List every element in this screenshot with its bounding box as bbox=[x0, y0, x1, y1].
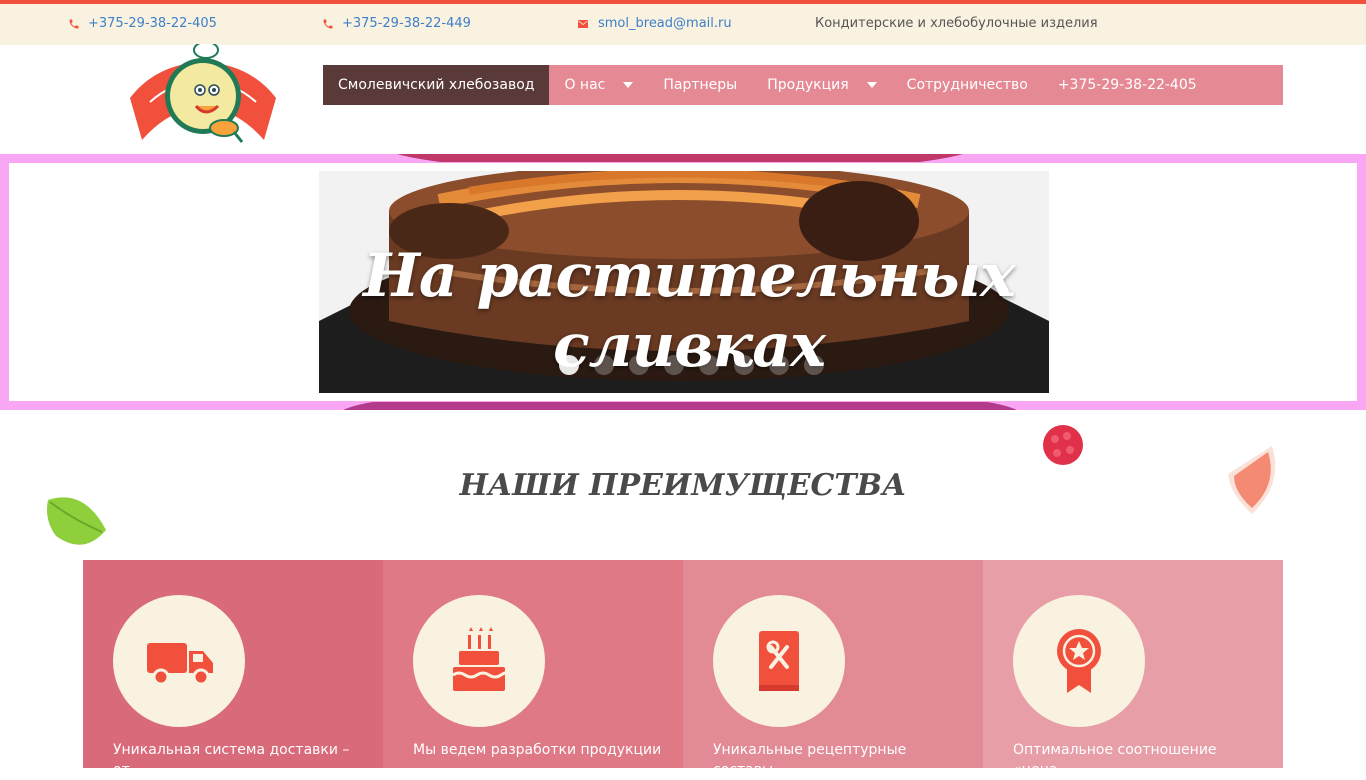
slider-dot-7[interactable] bbox=[769, 355, 789, 375]
advantage-icon-circle bbox=[1013, 595, 1145, 727]
advantage-icon-circle bbox=[713, 595, 845, 727]
truck-icon bbox=[147, 643, 213, 686]
advantage-icon-circle bbox=[113, 595, 245, 727]
slider-dot-3[interactable] bbox=[629, 355, 649, 375]
nav-item-cooperation-label: Сотрудничество bbox=[906, 77, 1028, 93]
nav-item-partners[interactable]: Партнеры bbox=[648, 65, 752, 105]
site-logo[interactable]: ЛЮБА ПЕЧЬ bbox=[126, 41, 280, 146]
advantage-development: Мы ведем разработки продукции bbox=[383, 560, 683, 768]
envelope-icon bbox=[578, 19, 588, 28]
phone-contact-2[interactable]: +375-29-38-22-449 bbox=[322, 16, 471, 31]
slider-dot-1[interactable] bbox=[559, 355, 579, 375]
nav-item-phone[interactable]: +375-29-38-22-405 bbox=[1043, 65, 1212, 105]
slider-dot-4[interactable] bbox=[664, 355, 684, 375]
slider-dot-8[interactable] bbox=[804, 355, 824, 375]
nav-item-home[interactable]: Смолевичский хлебозавод bbox=[323, 65, 550, 105]
hero-slider: На растительных сливках bbox=[0, 154, 1366, 410]
nav-item-products-label: Продукция bbox=[767, 77, 849, 93]
award-icon bbox=[1057, 629, 1101, 693]
slider-pagination bbox=[559, 355, 824, 375]
hero-slide: На растительных сливках bbox=[8, 162, 1358, 402]
company-tagline: Кондитерские и хлебобулочные изделия bbox=[815, 16, 1098, 31]
advantages-title: НАШИ ПРЕИМУЩЕСТВА bbox=[459, 468, 907, 503]
nav-item-about-label: О нас bbox=[564, 77, 606, 93]
advantages-list: Уникальная система доставки – от Мы веде… bbox=[83, 560, 1283, 778]
phone-icon bbox=[323, 19, 333, 28]
email-contact[interactable]: smol_bread@mail.ru bbox=[576, 16, 732, 31]
phone-icon bbox=[69, 19, 79, 28]
cake-icon bbox=[452, 627, 507, 691]
advantage-text: Уникальная система доставки – от bbox=[113, 742, 350, 778]
slider-dot-2[interactable] bbox=[594, 355, 614, 375]
nav-item-products[interactable]: Продукция bbox=[752, 65, 891, 105]
slider-dot-6[interactable] bbox=[734, 355, 754, 375]
phone-number-1[interactable]: +375-29-38-22-405 bbox=[88, 16, 217, 31]
slider-dot-5[interactable] bbox=[699, 355, 719, 375]
phone-number-2[interactable]: +375-29-38-22-449 bbox=[342, 16, 471, 31]
advantage-text: Оптимальное соотношение «цена- bbox=[1013, 742, 1217, 778]
nav-item-cooperation[interactable]: Сотрудничество bbox=[892, 65, 1043, 105]
main-navigation: Смолевичский хлебозавод О нас Партнеры П… bbox=[323, 65, 1283, 105]
advantage-text: Уникальные рецептурные составы bbox=[713, 742, 907, 778]
nav-item-home-label: Смолевичский хлебозавод bbox=[338, 77, 535, 93]
chevron-down-icon bbox=[866, 82, 877, 88]
advantage-recipes: Уникальные рецептурные составы bbox=[683, 560, 983, 778]
top-contact-bar: +375-29-38-22-405 +375-29-38-22-449 smol… bbox=[0, 4, 1366, 45]
nav-item-partners-label: Партнеры bbox=[663, 77, 738, 93]
email-link[interactable]: smol_bread@mail.ru bbox=[598, 16, 732, 31]
nav-item-about[interactable]: О нас bbox=[549, 65, 648, 105]
advantage-delivery: Уникальная система доставки – от bbox=[83, 560, 383, 778]
chevron-down-icon bbox=[623, 82, 634, 88]
advantage-text: Мы ведем разработки продукции bbox=[413, 742, 662, 758]
advantage-price-quality: Оптимальное соотношение «цена- bbox=[983, 560, 1283, 778]
nav-item-phone-label: +375-29-38-22-405 bbox=[1057, 77, 1197, 93]
raspberry-decoration bbox=[1043, 425, 1083, 465]
phone-contact-1[interactable]: +375-29-38-22-405 bbox=[68, 16, 217, 31]
advantage-icon-circle bbox=[413, 595, 545, 727]
recipe-book-icon bbox=[759, 631, 799, 691]
